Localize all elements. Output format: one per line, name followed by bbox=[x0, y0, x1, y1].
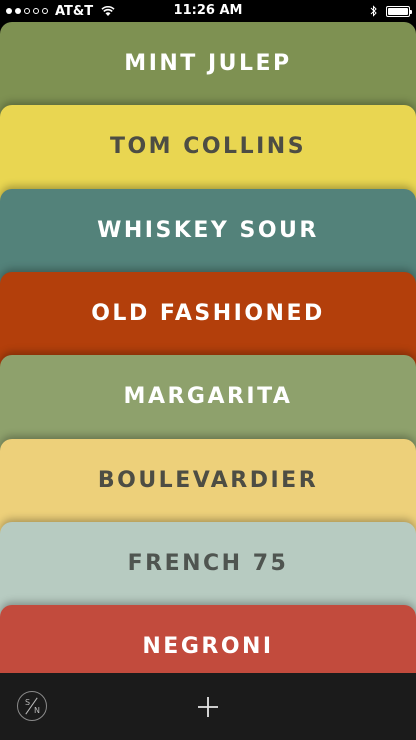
add-cocktail-button[interactable] bbox=[196, 695, 220, 719]
status-right bbox=[370, 0, 412, 22]
cocktail-card[interactable]: NEGRONI bbox=[0, 605, 416, 673]
cocktail-list: MINT JULEP TOM COLLINS WHISKEY SOUR OLD FAS… bbox=[0, 22, 416, 673]
clock: 11:26 AM bbox=[173, 3, 243, 18]
bottom-toolbar: S N bbox=[0, 673, 416, 740]
plus-icon bbox=[198, 697, 218, 717]
status-bar: AT&T 11:26 AM bbox=[0, 0, 416, 22]
cocktail-name: NEGRONI bbox=[142, 634, 274, 660]
bluetooth-icon bbox=[370, 5, 377, 17]
battery-icon bbox=[386, 5, 412, 17]
logo-letter-n: N bbox=[34, 706, 40, 715]
battery-level bbox=[388, 7, 408, 15]
sn-logo-icon[interactable]: S N bbox=[17, 691, 47, 721]
logo-letter-s: S bbox=[25, 698, 31, 707]
